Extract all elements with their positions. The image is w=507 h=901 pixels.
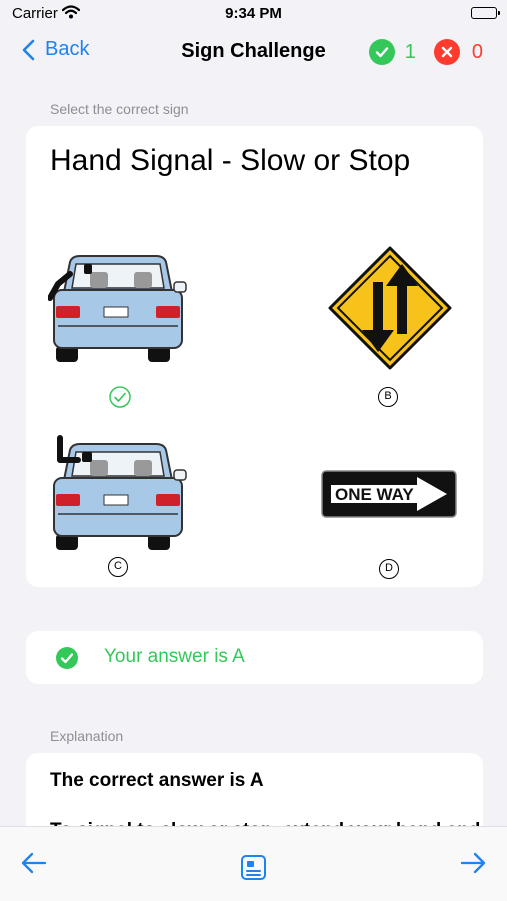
option-d-label: D [379, 559, 399, 579]
answer-text: Your answer is A [104, 646, 245, 667]
status-bar: Carrier 9:34 PM [0, 0, 507, 28]
navigation-bar: Back Sign Challenge 1 0 [0, 28, 507, 78]
battery-icon [471, 7, 500, 19]
correct-count: 1 [404, 40, 416, 63]
arrow-left-icon [21, 852, 47, 874]
question-card: Hand Signal - Slow or Stop B C ONE WAY D [26, 126, 483, 587]
one-way-sign-image: ONE WAY [321, 470, 457, 518]
selected-check-icon [109, 386, 131, 408]
one-way-sign-text: ONE WAY [335, 485, 414, 504]
check-circle-icon [56, 647, 78, 669]
option-a[interactable] [48, 254, 188, 409]
car-hand-signal-slow-stop-image [48, 255, 187, 362]
question-list-button[interactable] [240, 854, 267, 886]
previous-button[interactable] [20, 849, 48, 882]
option-c[interactable]: C [48, 434, 188, 584]
correct-check-icon [368, 39, 395, 65]
car-hand-signal-right-turn-image [53, 435, 187, 550]
next-button[interactable] [459, 849, 487, 882]
list-icon [241, 855, 266, 880]
question-prompt: Select the correct sign [50, 101, 189, 117]
bottom-toolbar [0, 826, 507, 901]
explanation-title: The correct answer is A [50, 770, 264, 791]
answer-feedback: Your answer is A [26, 631, 483, 684]
score-counter: 1 0 [368, 39, 483, 65]
clock: 9:34 PM [225, 5, 282, 22]
option-b-label: B [378, 387, 398, 407]
option-c-label: C [108, 557, 128, 577]
arrow-right-icon [460, 852, 486, 874]
wrong-count: 0 [471, 40, 483, 63]
wrong-x-icon [433, 39, 460, 65]
two-way-traffic-sign-image [328, 246, 452, 370]
option-d[interactable]: ONE WAY D [320, 466, 460, 584]
explanation-label: Explanation [50, 728, 124, 744]
question-title: Hand Signal - Slow or Stop [50, 144, 411, 177]
option-b[interactable]: B [320, 244, 460, 409]
